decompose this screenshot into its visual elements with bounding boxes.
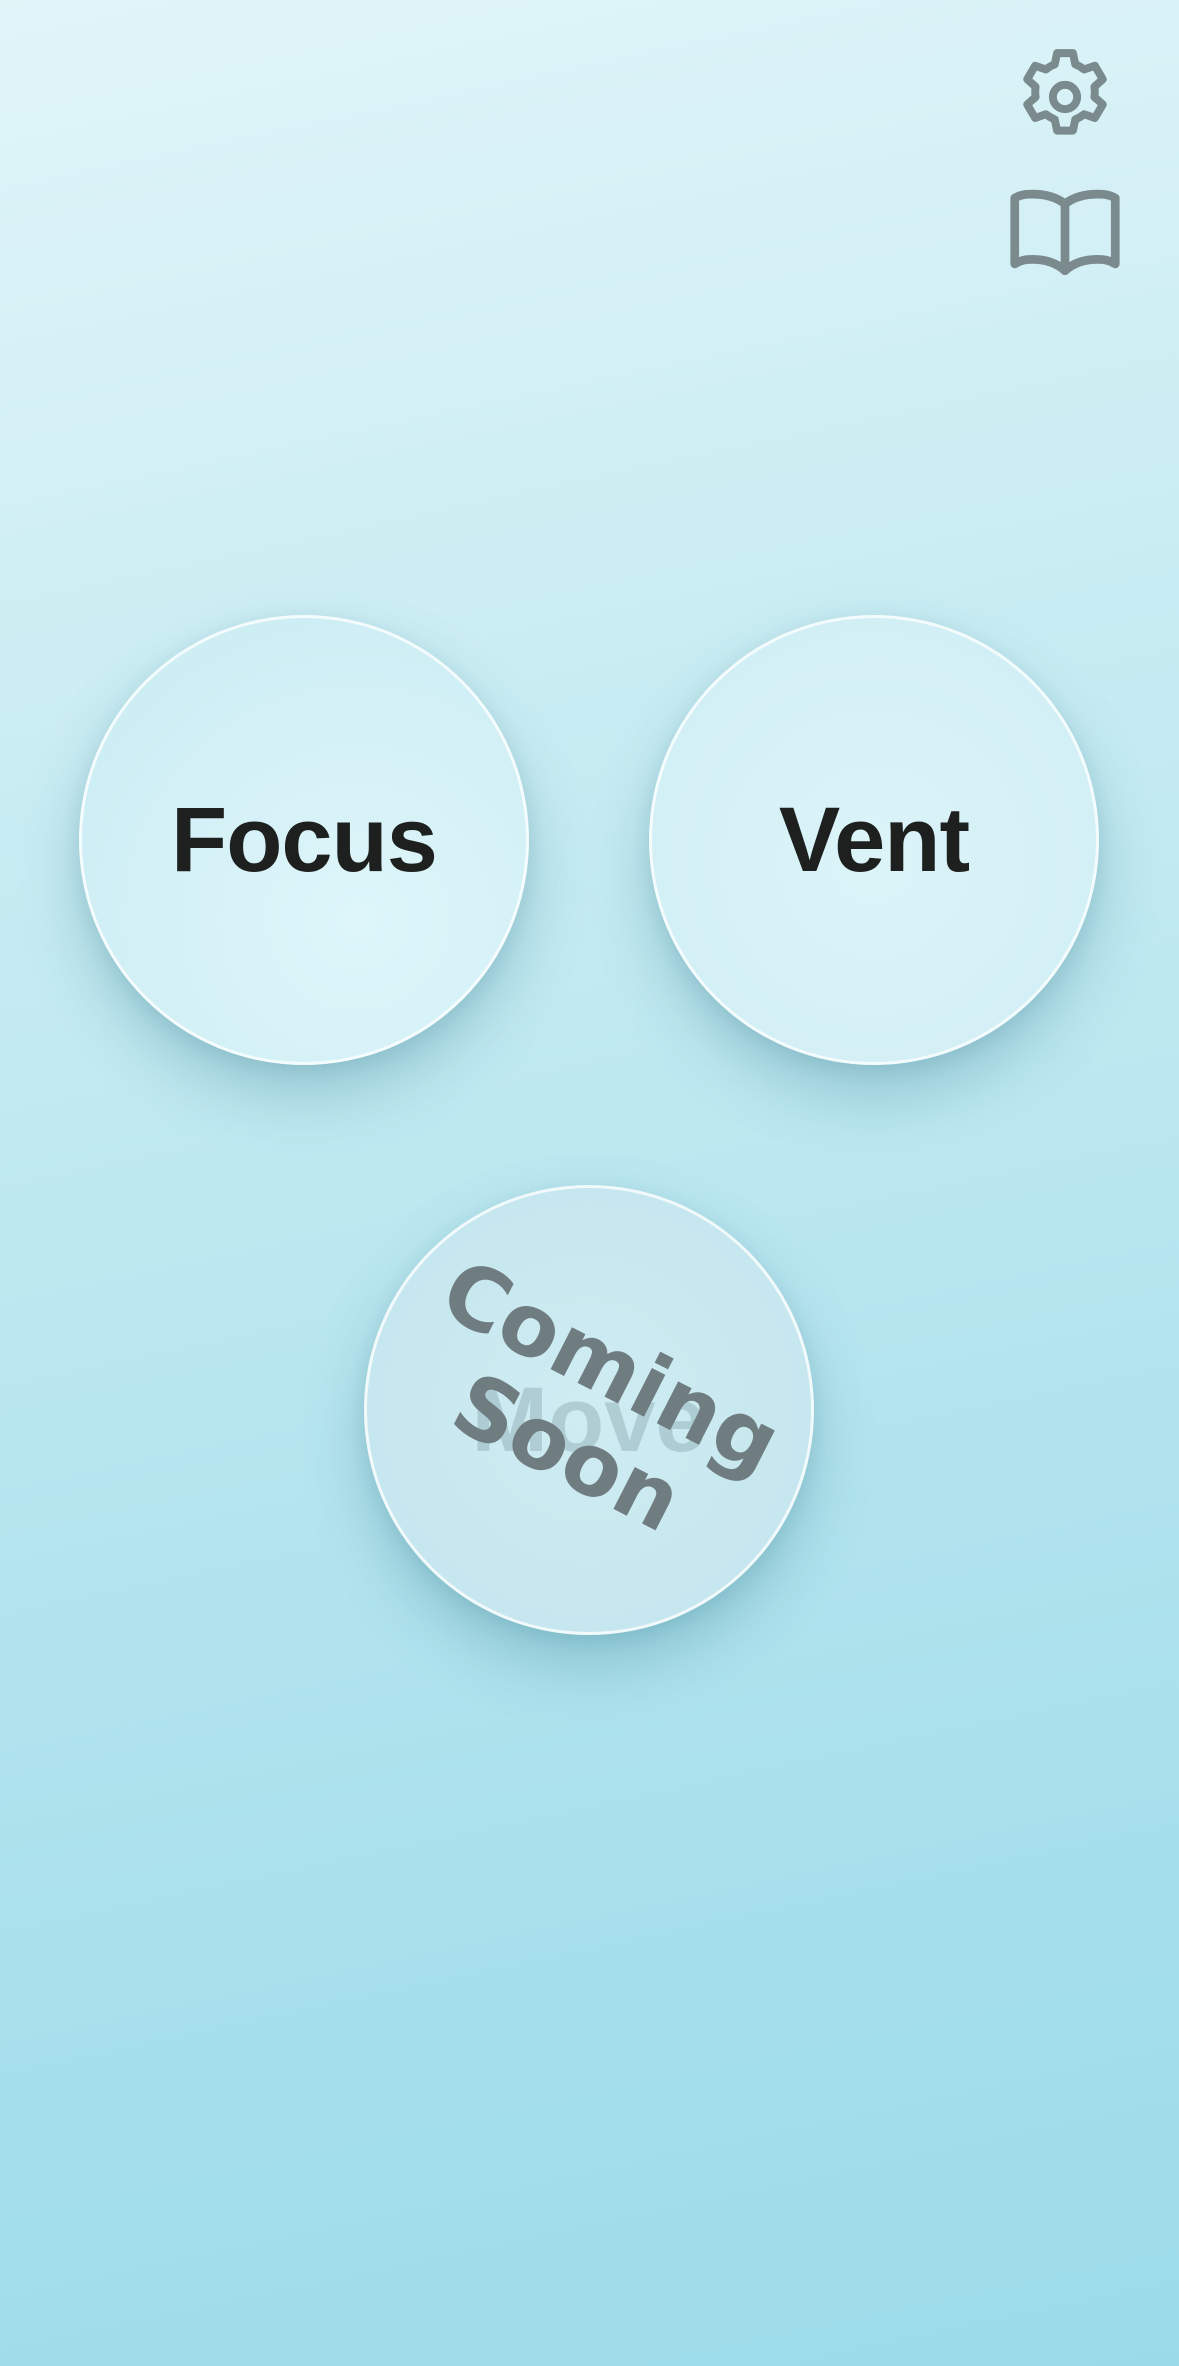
move-button-disabled: Move Coming Soon [364, 1185, 814, 1635]
gear-icon [1023, 49, 1107, 135]
vent-button[interactable]: Vent [649, 615, 1099, 1065]
open-book-icon [1010, 189, 1120, 276]
guide-button[interactable] [1005, 172, 1125, 292]
coming-soon-overlay: Coming Soon [383, 1240, 796, 1578]
settings-button[interactable] [1005, 37, 1125, 157]
focus-label: Focus [171, 788, 438, 891]
focus-button[interactable]: Focus [79, 615, 529, 1065]
vent-label: Vent [778, 788, 970, 891]
